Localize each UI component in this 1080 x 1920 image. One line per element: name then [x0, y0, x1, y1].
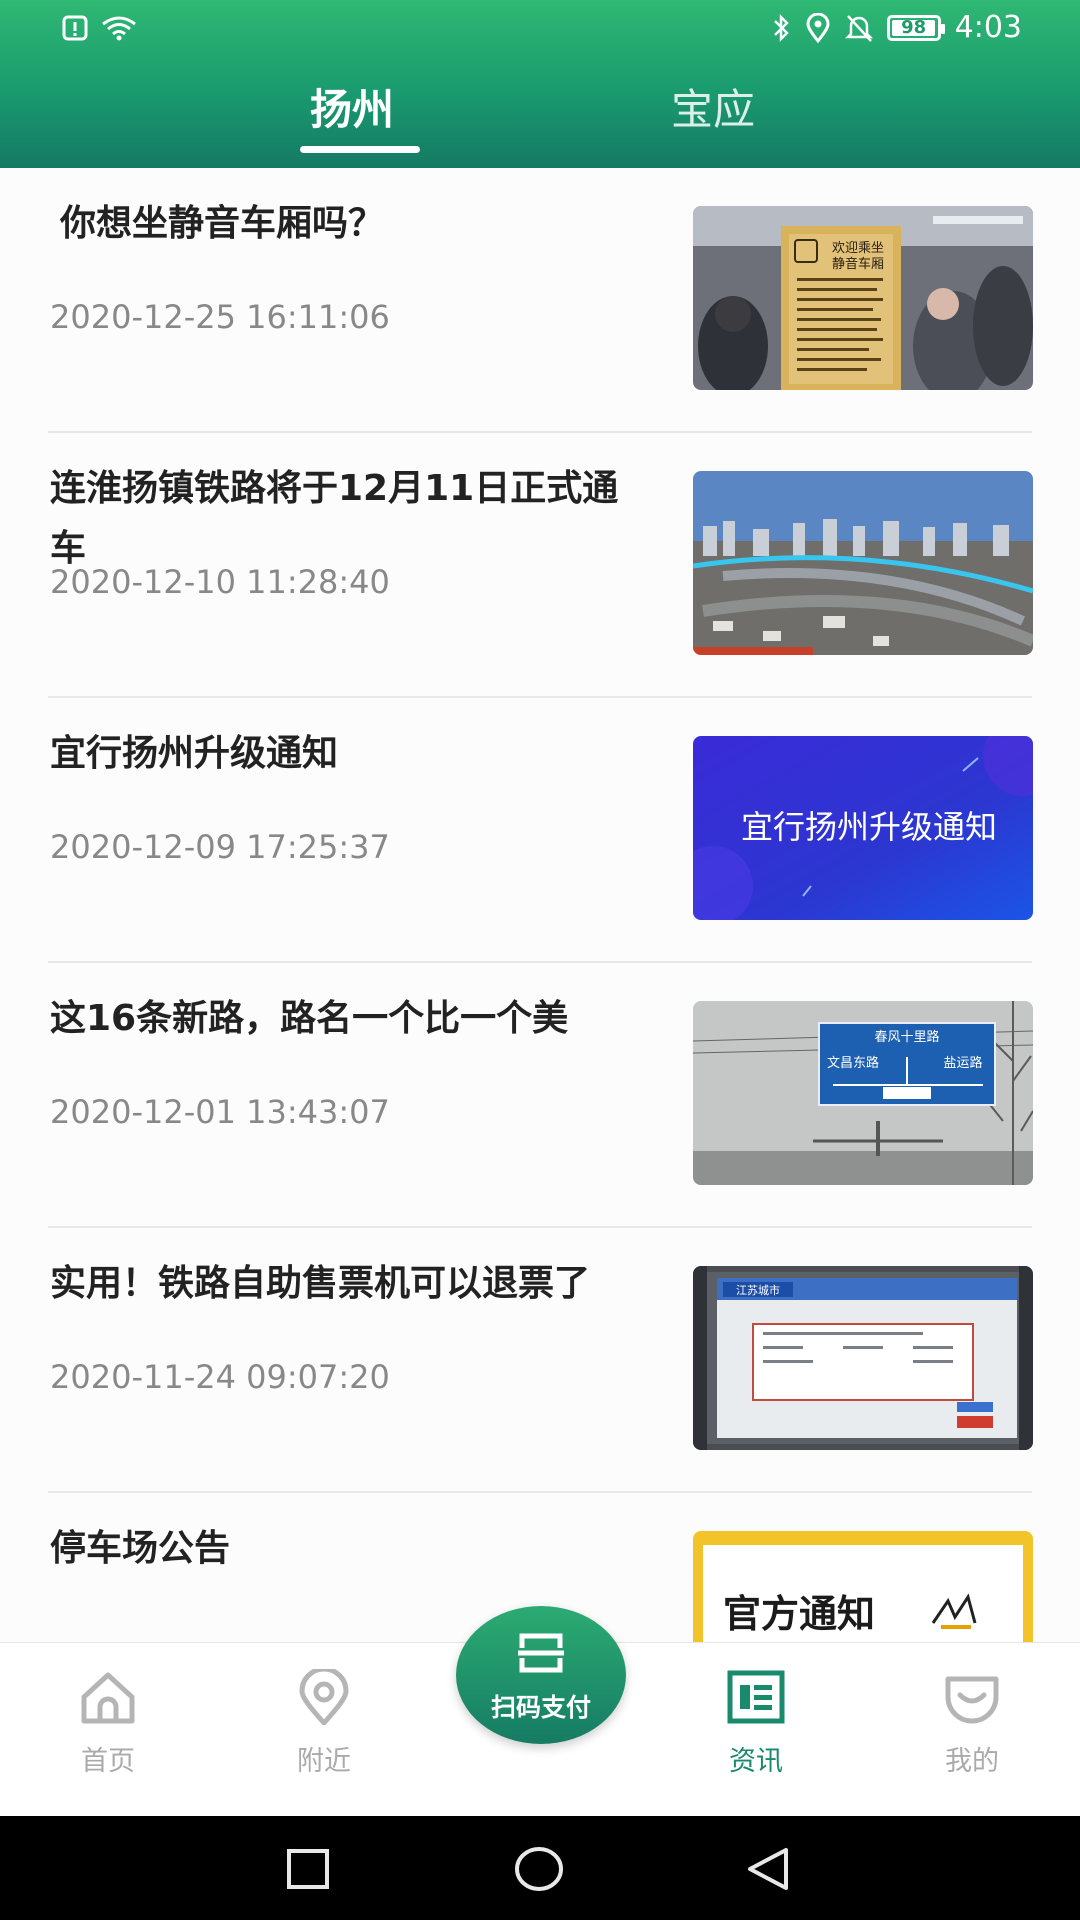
- status-bar: 98 4:03: [0, 0, 1080, 62]
- news-item[interactable]: 实用！铁路自助售票机可以退票了 2020-11-24 09:07:20 江苏城市: [48, 1228, 1033, 1493]
- profile-icon: [945, 1676, 999, 1724]
- tab-active-indicator: [300, 146, 420, 153]
- news-date: 2020-12-10 11:28:40: [50, 563, 390, 601]
- battery-indicator: 98: [886, 14, 945, 41]
- news-item[interactable]: 宜行扬州升级通知 2020-12-09 17:25:37 宜行扬州升级通知: [48, 698, 1033, 963]
- nav-news-label: 资讯: [729, 1746, 783, 1777]
- wifi-icon: [102, 16, 136, 41]
- thumb-sign-text: 春风十里路: [874, 1029, 939, 1045]
- nav-home[interactable]: 首页: [38, 1669, 178, 1778]
- tab-baoying[interactable]: 宝应: [671, 76, 755, 137]
- alert-icon: [62, 15, 88, 41]
- news-list: 你想坐静音车厢吗？ 2020-12-25 16:11:06 欢迎乘坐 静音车厢: [0, 168, 1080, 1642]
- news-thumbnail: 江苏城市: [693, 1266, 1033, 1450]
- thumb-sign-text: 文昌东路: [827, 1055, 879, 1071]
- news-title: 你想坐静音车厢吗？: [60, 203, 385, 244]
- location-status-icon: [806, 12, 830, 43]
- nav-profile-label: 我的: [945, 1746, 999, 1777]
- nav-nearby-label: 附近: [297, 1746, 351, 1777]
- nav-news[interactable]: 资讯: [686, 1669, 826, 1778]
- header: 98 4:03 扬州 宝应: [0, 0, 1080, 168]
- news-title: 这16条新路，路名一个比一个美: [50, 998, 569, 1039]
- thumb-notice-text: 官方通知: [723, 1592, 875, 1636]
- mute-bell-icon: [844, 14, 873, 42]
- news-date: 2020-11-24 09:07:20: [50, 1358, 390, 1396]
- news-item[interactable]: 这16条新路，路名一个比一个美 2020-12-01 13:43:07 春风十里…: [48, 963, 1033, 1228]
- nav-home-label: 首页: [81, 1746, 135, 1777]
- thumb-banner-text: 宜行扬州升级通知: [741, 808, 997, 846]
- recents-icon[interactable]: [286, 1848, 330, 1890]
- news-item[interactable]: 连淮扬镇铁路将于12月11日正式通车 2020-12-10 11:28:40: [48, 433, 1033, 698]
- nav-nearby[interactable]: 附近: [254, 1666, 394, 1778]
- battery-level: 98: [901, 17, 927, 38]
- thumb-sign-text: 静音车厢: [832, 256, 884, 272]
- status-time: 4:03: [954, 10, 1022, 45]
- scan-icon: [518, 1633, 564, 1673]
- news-thumbnail: 官方通知: [693, 1531, 1033, 1642]
- scan-pay-button[interactable]: 扫码支付: [456, 1606, 626, 1744]
- news-title: 实用！铁路自助售票机可以退票了: [50, 1263, 591, 1304]
- nav-profile[interactable]: 我的: [902, 1669, 1042, 1778]
- tab-yangzhou[interactable]: 扬州: [310, 76, 394, 137]
- thumb-logo-text: 江苏城市: [736, 1283, 780, 1297]
- news-title: 宜行扬州升级通知: [50, 733, 339, 774]
- news-icon: [727, 1670, 785, 1724]
- status-right: 98 4:03: [771, 10, 1022, 45]
- news-date: 2020-12-09 17:25:37: [50, 828, 390, 866]
- city-tabs: 扬州 宝应: [0, 76, 1080, 166]
- home-icon: [81, 1672, 135, 1724]
- scan-pay-label: 扫码支付: [490, 1693, 591, 1722]
- back-triangle-icon[interactable]: [744, 1846, 792, 1892]
- news-thumbnail: 欢迎乘坐 静音车厢: [693, 206, 1033, 390]
- news-thumbnail: [693, 471, 1033, 655]
- bluetooth-icon: [773, 13, 789, 42]
- news-thumbnail: 春风十里路 文昌东路 盐运路: [693, 1001, 1033, 1185]
- thumb-sign-text: 盐运路: [943, 1055, 982, 1071]
- news-item[interactable]: 你想坐静音车厢吗？ 2020-12-25 16:11:06 欢迎乘坐 静音车厢: [48, 168, 1033, 433]
- status-left: [62, 14, 138, 42]
- news-date: 2020-12-01 13:43:07: [50, 1093, 390, 1131]
- home-circle-icon[interactable]: [514, 1846, 564, 1892]
- system-nav-bar: [0, 1816, 1080, 1920]
- news-date: 2020-12-25 16:11:06: [50, 298, 390, 336]
- news-title: 停车场公告: [50, 1528, 231, 1569]
- thumb-sign-text: 欢迎乘坐: [832, 241, 884, 256]
- location-icon: [299, 1666, 349, 1727]
- news-title: 连淮扬镇铁路将于12月11日正式通车: [50, 468, 619, 569]
- news-thumbnail: 宜行扬州升级通知: [693, 736, 1033, 920]
